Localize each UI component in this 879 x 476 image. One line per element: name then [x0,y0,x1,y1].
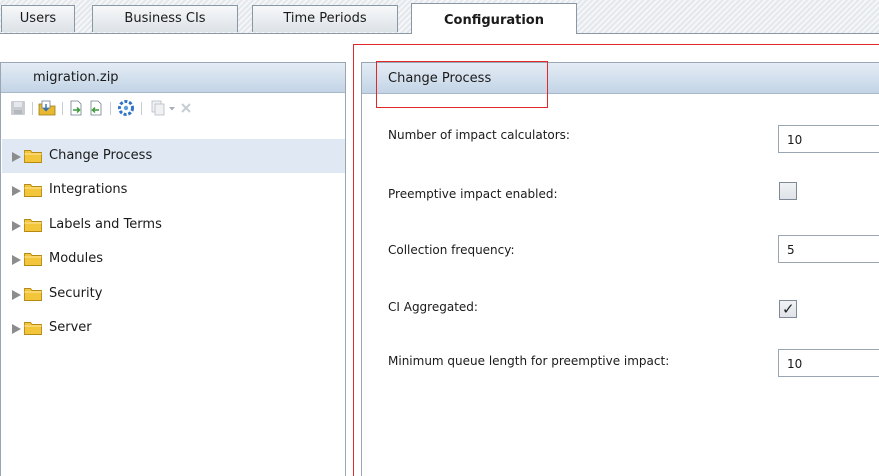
expand-arrow-icon[interactable] [12,255,21,265]
preemptive-impact-checkbox[interactable] [779,182,797,200]
export-selected-icon[interactable] [88,100,104,116]
expand-arrow-icon[interactable] [12,324,21,334]
expand-arrow-icon[interactable] [12,290,21,300]
folder-icon [24,150,42,163]
toolbar-separator [62,102,63,115]
tab-users[interactable]: Users [1,5,75,32]
folder-icon [24,219,42,232]
toolbar-separator [32,102,33,115]
tree-item-label: Server [49,320,92,335]
delete-icon[interactable] [180,100,192,116]
min-queue-length-input[interactable] [778,349,879,377]
panel-title: migration.zip [1,63,345,93]
tab-configuration[interactable]: Configuration [411,3,577,34]
tree-item-label: Labels and Terms [49,217,162,232]
file-tree-panel: migration.zip Change Process Integration… [0,62,346,476]
tree-item-modules[interactable]: Modules [2,242,345,276]
expand-arrow-icon[interactable] [12,221,21,231]
import-icon[interactable] [38,100,56,116]
folder-icon [24,184,42,197]
field-label-impact-calculators: Number of impact calculators: [388,128,570,142]
tab-time-periods[interactable]: Time Periods [252,5,398,32]
tree-item-change-process[interactable]: Change Process [2,139,345,173]
impact-calculators-input[interactable] [778,125,879,153]
tree-item-label: Security [49,286,103,301]
ci-aggregated-checkbox[interactable]: ✓ [779,300,797,318]
tree-item-security[interactable]: Security [2,277,345,311]
tree-toolbar [1,93,345,124]
field-label-preemptive-impact: Preemptive impact enabled: [388,187,558,201]
checkmark-icon: ✓ [782,300,795,318]
field-label-min-queue-length: Minimum queue length for preemptive impa… [388,354,670,368]
tab-business-cis[interactable]: Business CIs [92,5,238,32]
save-icon[interactable] [10,100,26,116]
expand-arrow-icon[interactable] [12,186,21,196]
tree-item-label: Integrations [49,182,128,197]
folder-icon [24,322,42,335]
field-label-ci-aggregated: CI Aggregated: [388,300,478,314]
tree-item-integrations[interactable]: Integrations [2,173,345,207]
field-label-collection-frequency: Collection frequency: [388,243,515,257]
tree-item-label: Modules [49,251,104,266]
export-icon[interactable] [68,100,84,116]
expand-arrow-icon[interactable] [12,152,21,162]
dropdown-arrow-icon[interactable] [168,100,176,116]
toolbar-separator [110,102,111,115]
tree-item-label: Change Process [49,148,153,163]
tab-strip: Users Business CIs Time Periods Configur… [0,0,879,34]
folder-icon [24,288,42,301]
folder-icon [24,253,42,266]
tree-item-labels-and-terms[interactable]: Labels and Terms [2,208,345,242]
section-title: Change Process [388,71,492,86]
section-header: Change Process [362,63,879,94]
refresh-icon[interactable] [118,100,134,116]
toolbar-separator [141,102,142,115]
tree-item-server[interactable]: Server [2,311,345,345]
collection-frequency-input[interactable] [778,235,879,263]
copy-icon[interactable] [150,100,166,116]
settings-panel: Change Process Number of impact calculat… [361,62,879,476]
